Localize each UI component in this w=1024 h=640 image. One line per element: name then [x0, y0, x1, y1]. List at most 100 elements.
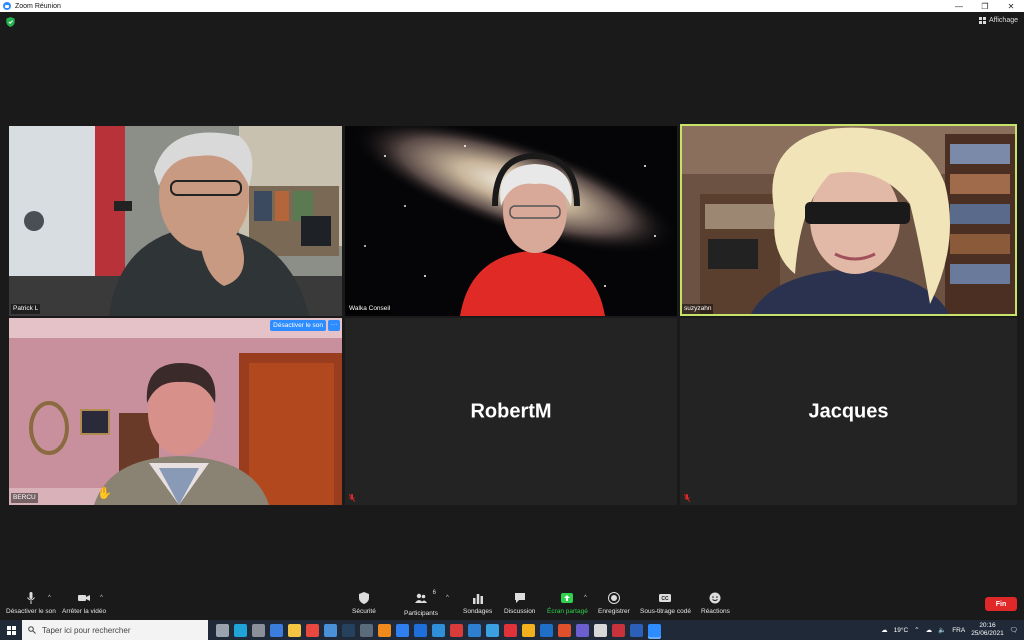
- participant-name: suzyzahn: [682, 304, 714, 314]
- app-icon[interactable]: [594, 623, 607, 637]
- smiley-icon: [709, 592, 721, 604]
- closed-caption-button[interactable]: CC Sous-titrage codé: [640, 592, 691, 615]
- notifications-icon[interactable]: 🗨: [1010, 626, 1018, 634]
- chrome-icon[interactable]: [306, 623, 319, 637]
- shield-icon: [358, 592, 369, 604]
- audio-options-caret[interactable]: ^: [48, 595, 51, 601]
- word-icon[interactable]: [630, 623, 643, 637]
- minimize-icon[interactable]: —: [946, 0, 972, 12]
- window-controls: — ❐ ✕: [946, 0, 1024, 12]
- meeting-topbar: Affichage: [0, 12, 1024, 34]
- participant-name: Patrick L: [11, 304, 41, 314]
- svg-text:CC: CC: [662, 596, 670, 602]
- share-options-caret[interactable]: ^: [584, 595, 587, 601]
- taskbar-search[interactable]: Taper ici pour rechercher: [22, 620, 208, 640]
- photos-icon[interactable]: [324, 623, 337, 637]
- task-view-icon[interactable]: [216, 623, 229, 637]
- close-icon[interactable]: ✕: [998, 0, 1024, 12]
- share-screen-button[interactable]: Écran partagé: [547, 592, 588, 615]
- office-icon[interactable]: [558, 623, 571, 637]
- app-icon[interactable]: [486, 623, 499, 637]
- folder-icon[interactable]: [288, 623, 301, 637]
- video-options-caret[interactable]: ^: [100, 595, 103, 601]
- app-icon[interactable]: [432, 623, 445, 637]
- share-screen-icon: [561, 593, 574, 603]
- video-tile-walka[interactable]: Walka Conseil: [345, 126, 677, 316]
- app-icon[interactable]: [522, 623, 535, 637]
- view-label: Affichage: [988, 17, 1018, 24]
- app-icon[interactable]: [252, 623, 265, 637]
- app-icon[interactable]: [360, 623, 373, 637]
- end-meeting-button[interactable]: Fin: [985, 597, 1017, 611]
- participants-label: Participants: [404, 610, 438, 617]
- taskbar-apps: [216, 623, 661, 637]
- start-button[interactable]: [0, 620, 22, 640]
- participants-icon: [414, 593, 427, 603]
- app-icon[interactable]: [576, 623, 589, 637]
- video-tile-jacques[interactable]: Jacques: [680, 318, 1017, 505]
- cc-icon: CC: [659, 594, 672, 602]
- dropbox-icon[interactable]: [396, 623, 409, 637]
- stop-video-label: Arrêter la vidéo: [62, 608, 107, 615]
- closed-caption-label: Sous-titrage codé: [640, 608, 691, 615]
- clock[interactable]: 20:16 25/06/2021: [971, 622, 1004, 638]
- participants-count: 6: [432, 590, 436, 596]
- video-tile-suzyzahn[interactable]: suzyzahn: [680, 124, 1017, 316]
- window-titlebar: Zoom Réunion — ❐ ✕: [0, 0, 1024, 12]
- muted-mic-icon: [349, 494, 355, 502]
- unmute-request-button[interactable]: Désactiver le son: [270, 320, 326, 331]
- record-label: Enregistrer: [598, 608, 630, 615]
- share-screen-label: Écran partagé: [547, 608, 588, 615]
- store-icon[interactable]: [270, 623, 283, 637]
- video-camera-icon: [78, 595, 91, 601]
- view-button[interactable]: Affichage: [978, 17, 1018, 24]
- chat-bubble-icon: [514, 593, 525, 603]
- mail-icon[interactable]: [468, 623, 481, 637]
- security-button[interactable]: Sécurité: [352, 592, 376, 615]
- security-shield-icon[interactable]: [6, 17, 15, 27]
- video-tile-robertm[interactable]: RobertM: [345, 318, 677, 505]
- polls-label: Sondages: [463, 608, 493, 615]
- photoshop-icon[interactable]: [342, 623, 355, 637]
- participant-video: [345, 126, 677, 316]
- network-icon[interactable]: ☁: [926, 626, 933, 634]
- video-tile-bercu[interactable]: Désactiver le son ··· ✋ BERCU: [9, 318, 342, 505]
- participant-name: BERCU: [11, 493, 38, 503]
- clock-time: 20:16: [979, 622, 996, 629]
- vlc-icon[interactable]: [378, 623, 391, 637]
- polls-button[interactable]: Sondages: [463, 592, 492, 615]
- bar-chart-icon: [472, 594, 483, 604]
- edge-icon[interactable]: [234, 623, 247, 637]
- volume-icon[interactable]: 🔈: [938, 626, 946, 634]
- chat-label: Discussion: [504, 608, 536, 615]
- restore-icon[interactable]: ❐: [972, 0, 998, 12]
- video-tile-patrick[interactable]: Patrick L: [9, 126, 342, 316]
- meeting-toolbar: Désactiver le son ^ Arrêter la vidéo ^ S…: [0, 588, 1024, 620]
- app-icon[interactable]: [612, 623, 625, 637]
- participant-name: Walka Conseil: [347, 304, 393, 314]
- search-placeholder: Taper ici pour rechercher: [42, 625, 131, 635]
- muted-mic-icon: [684, 494, 690, 502]
- outlook-icon[interactable]: [540, 623, 553, 637]
- clock-date: 25/06/2021: [971, 630, 1004, 637]
- opera-icon[interactable]: [504, 623, 517, 637]
- chat-button[interactable]: Discussion: [504, 592, 535, 615]
- reactions-label: Réactions: [701, 608, 730, 615]
- weather-icon: ☁: [881, 627, 888, 634]
- weather-temp[interactable]: 19°C: [894, 627, 909, 634]
- system-tray: ☁ 19°C ⌃ ☁ 🔈 FRA 20:16 25/06/2021 🗨: [881, 620, 1024, 640]
- participant-name: RobertM: [470, 400, 552, 422]
- antivirus-icon[interactable]: [450, 623, 463, 637]
- more-options-button[interactable]: ···: [328, 320, 340, 331]
- participants-button[interactable]: 6 Participants: [404, 590, 438, 617]
- participants-options-caret[interactable]: ^: [446, 595, 449, 601]
- record-button[interactable]: Enregistrer: [598, 592, 630, 615]
- raised-hand-icon: ✋: [97, 486, 112, 500]
- participant-video: [9, 318, 342, 505]
- zoom-icon[interactable]: [648, 623, 661, 637]
- reactions-button[interactable]: Réactions: [701, 592, 730, 615]
- tray-expand-icon[interactable]: ⌃: [914, 626, 919, 634]
- grid-view-icon: [978, 17, 986, 24]
- language-indicator[interactable]: FRA: [952, 627, 965, 634]
- app-icon[interactable]: [414, 623, 427, 637]
